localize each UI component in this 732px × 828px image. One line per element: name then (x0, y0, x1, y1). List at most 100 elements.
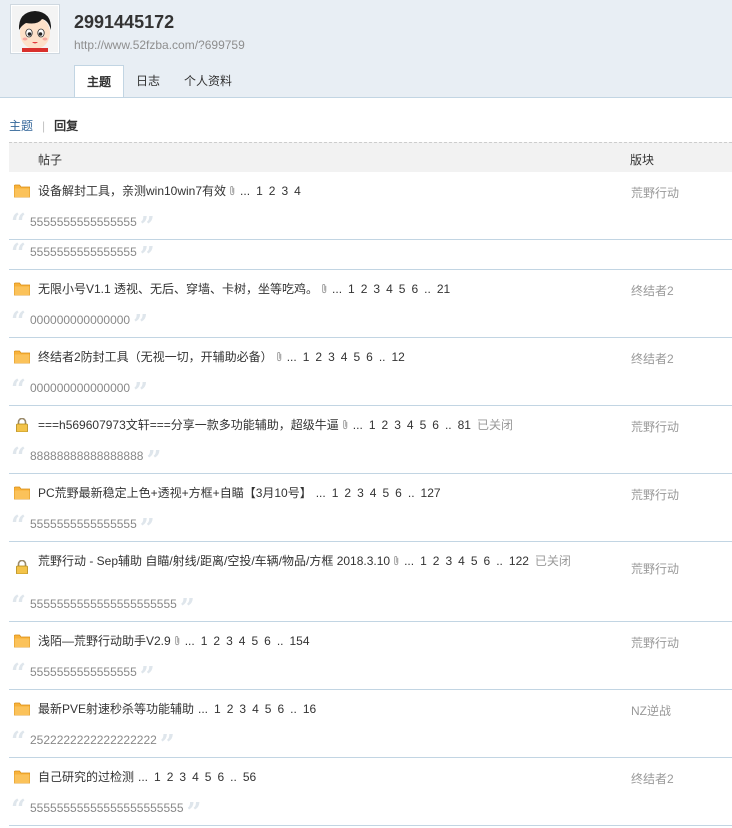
page-link[interactable]: 4 (407, 418, 414, 432)
avatar[interactable] (10, 4, 60, 54)
page-link[interactable]: 3 (373, 282, 380, 296)
page-link[interactable]: 2 (315, 350, 322, 364)
reply-quote: “000000000000000” (9, 375, 732, 406)
page-link[interactable]: 5 (265, 702, 272, 716)
page-link[interactable]: 3 (281, 184, 288, 198)
page-link[interactable]: 6 (411, 282, 418, 296)
page-link[interactable]: 4 (386, 282, 393, 296)
page-link[interactable]: 5 (353, 350, 360, 364)
open-quote-icon: “ (11, 307, 26, 337)
page-link[interactable]: 6 (432, 418, 439, 432)
profile-url[interactable]: http://www.52fzba.com/?699759 (74, 38, 245, 52)
page-link[interactable]: 6 (277, 702, 284, 716)
page-link[interactable]: 16 (303, 702, 316, 716)
page-link[interactable]: 12 (392, 350, 405, 364)
quote-text[interactable]: 88888888888888888 (30, 449, 143, 463)
page-link[interactable]: 6 (217, 770, 224, 784)
page-link[interactable]: 122 (509, 554, 529, 568)
sub-tab-replies[interactable]: 回复 (54, 119, 78, 133)
page-link[interactable]: 2 (227, 702, 234, 716)
page-link[interactable]: 1 (201, 634, 208, 648)
page-link[interactable]: 81 (458, 418, 471, 432)
forum-link[interactable]: 荒野行动 (631, 184, 679, 201)
forum-link[interactable]: NZ逆战 (631, 702, 671, 719)
forum-link[interactable]: 终结者2 (631, 350, 674, 367)
tab-blog[interactable]: 日志 (124, 65, 172, 95)
page-link[interactable]: 1 (420, 554, 427, 568)
forum-link[interactable]: 终结者2 (631, 770, 674, 787)
quote-text[interactable]: 5555555555555555 (30, 245, 137, 259)
thread-title-link[interactable]: ===h569607973文轩===分享一款多功能辅助，超级牛逼 (38, 418, 339, 432)
page-link[interactable]: 1 (332, 486, 339, 500)
page-link[interactable]: 1 (154, 770, 161, 784)
page-link[interactable]: 2 (213, 634, 220, 648)
page-link[interactable]: 4 (294, 184, 301, 198)
page-link[interactable]: 4 (341, 350, 348, 364)
thread-title-link[interactable]: PC荒野最新稳定上色+透视+方框+自瞄【3月10号】 (38, 486, 312, 500)
thread-title-cell: PC荒野最新稳定上色+透视+方框+自瞄【3月10号】... 1 2 3 4 5 6.. 127 (38, 486, 613, 501)
page-link[interactable]: 3 (328, 350, 335, 364)
page-link[interactable]: 3 (394, 418, 401, 432)
quote-text[interactable]: 2522222222222222222 (30, 733, 157, 747)
page-link[interactable]: 5 (399, 282, 406, 296)
page-link[interactable]: 154 (290, 634, 310, 648)
page-link[interactable]: 4 (458, 554, 465, 568)
page-link[interactable]: 4 (370, 486, 377, 500)
quote-text[interactable]: 5555555555555555 (30, 517, 137, 531)
page-link[interactable]: 1 (303, 350, 310, 364)
page-link[interactable]: 1 (256, 184, 263, 198)
page-link[interactable]: 2 (344, 486, 351, 500)
page-link[interactable]: 3 (226, 634, 233, 648)
page-link[interactable]: 5 (251, 634, 258, 648)
quote-text[interactable]: 55555555555555555555555 (30, 801, 184, 815)
page-link[interactable]: 2 (361, 282, 368, 296)
page-link[interactable]: 127 (421, 486, 441, 500)
page-link[interactable]: 2 (269, 184, 276, 198)
page-link[interactable]: 5 (420, 418, 427, 432)
forum-link[interactable]: 荒野行动 (631, 418, 679, 435)
forum-link[interactable]: 荒野行动 (631, 634, 679, 651)
quote-text[interactable]: 5555555555555555 (30, 665, 137, 679)
page-link[interactable]: 56 (243, 770, 256, 784)
page-link[interactable]: 2 (167, 770, 174, 784)
thread-title-link[interactable]: 设备解封工具，亲测win10win7有效 (38, 184, 226, 198)
page-link[interactable]: 4 (239, 634, 246, 648)
page-link[interactable]: 1 (214, 702, 221, 716)
page-link[interactable]: 4 (192, 770, 199, 784)
page-link[interactable]: 3 (357, 486, 364, 500)
page-link[interactable]: 6 (395, 486, 402, 500)
username: 2991445172 (74, 12, 175, 32)
thread-title-link[interactable]: 自己研究的过检测 (38, 770, 134, 784)
quote-text[interactable]: 5555555555555555555555 (30, 597, 177, 611)
page-link[interactable]: 6 (366, 350, 373, 364)
thread-title-link[interactable]: 浅陌—荒野行动助手V2.9 (38, 634, 171, 648)
sub-tab-topics[interactable]: 主题 (9, 119, 33, 133)
page-link[interactable]: 21 (437, 282, 450, 296)
quote-text[interactable]: 000000000000000 (30, 313, 130, 327)
page-link[interactable]: 3 (445, 554, 452, 568)
tab-topics[interactable]: 主题 (74, 65, 125, 97)
page-link[interactable]: 1 (369, 418, 376, 432)
tab-profile[interactable]: 个人资料 (172, 65, 244, 95)
page-link[interactable]: 2 (382, 418, 389, 432)
page-link[interactable]: 4 (252, 702, 259, 716)
page-link[interactable]: 2 (433, 554, 440, 568)
page-link[interactable]: 3 (179, 770, 186, 784)
page-link[interactable]: 1 (348, 282, 355, 296)
page-link[interactable]: 5 (382, 486, 389, 500)
page-link[interactable]: 5 (471, 554, 478, 568)
thread-title-link[interactable]: 终结者2防封工具（无视一切，开辅助必备） (38, 350, 273, 364)
page-link[interactable]: 5 (205, 770, 212, 784)
page-link[interactable]: 3 (239, 702, 246, 716)
thread-title-link[interactable]: 无限小号V1.1 透视、无后、穿墙、卡树，坐等吃鸡。 (38, 282, 318, 296)
quote-text[interactable]: 000000000000000 (30, 381, 130, 395)
forum-link[interactable]: 荒野行动 (631, 486, 679, 503)
forum-link[interactable]: 终结者2 (631, 282, 674, 299)
thread-title-link[interactable]: 最新PVE射速秒杀等功能辅助 (38, 702, 194, 716)
thread-title-link[interactable]: 荒野行动 - Sep辅助 自瞄/射线/距离/空投/车辆/物品/方框 2018.3… (38, 554, 390, 568)
quote-text[interactable]: 5555555555555555 (30, 215, 137, 229)
forum-link[interactable]: 荒野行动 (631, 560, 679, 577)
page-link[interactable]: 6 (264, 634, 271, 648)
page-link[interactable]: 6 (484, 554, 491, 568)
table-row: ===h569607973文轩===分享一款多功能辅助，超级牛逼... 1 2 3 4 5… (9, 406, 732, 474)
